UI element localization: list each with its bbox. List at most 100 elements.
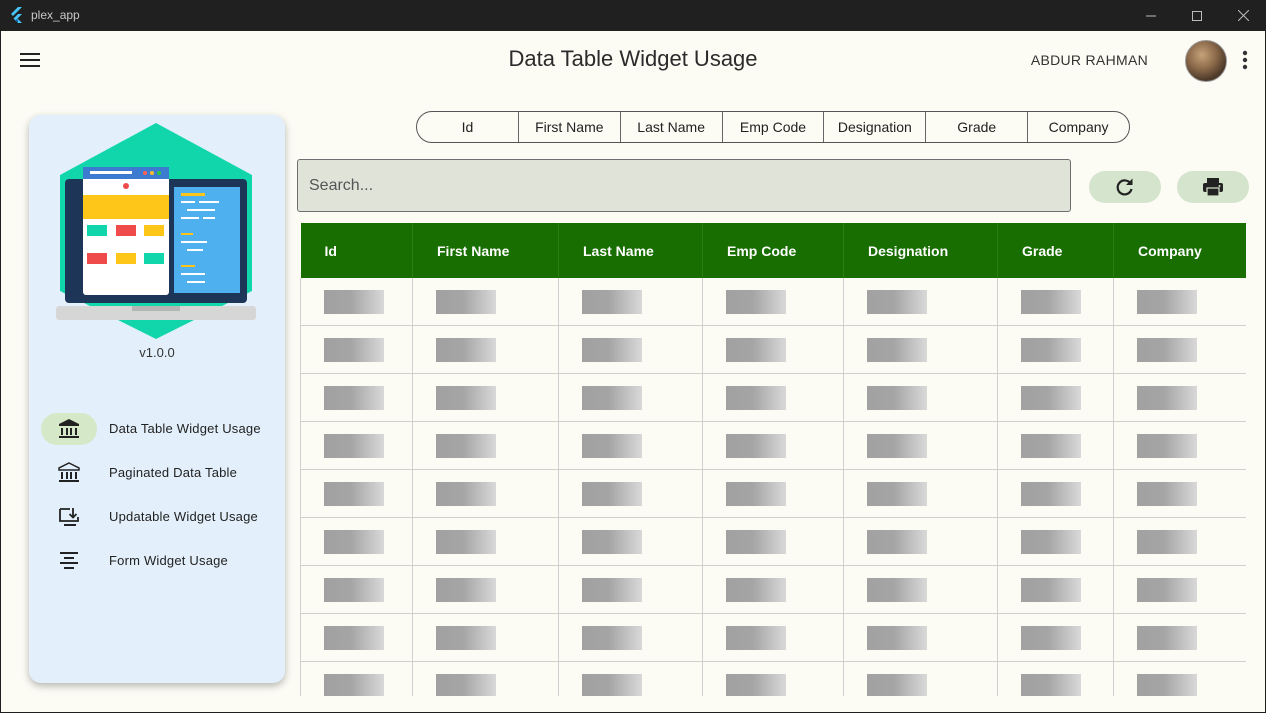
column-chip-grade[interactable]: Grade	[925, 112, 1027, 142]
table-cell	[843, 613, 998, 662]
loading-skeleton	[582, 577, 642, 602]
minimize-icon	[1146, 15, 1156, 16]
table-cell	[300, 517, 413, 566]
table-cell	[702, 421, 844, 470]
loading-skeleton	[582, 673, 642, 696]
column-header-id[interactable]: Id	[300, 223, 413, 278]
column-chip-first-name[interactable]: First Name	[517, 112, 620, 142]
table-row[interactable]	[300, 469, 1246, 518]
table-cell	[702, 661, 844, 696]
table-cell	[558, 517, 703, 566]
column-chip-id[interactable]: Id	[417, 112, 518, 142]
table-row[interactable]	[300, 517, 1246, 566]
loading-skeleton	[726, 481, 786, 506]
table-row[interactable]	[300, 661, 1246, 696]
table-cell	[1113, 469, 1246, 518]
table-cell	[997, 469, 1114, 518]
column-chip-designation[interactable]: Designation	[823, 112, 925, 142]
print-icon	[1203, 178, 1223, 197]
loading-skeleton	[1021, 289, 1081, 314]
table-cell	[997, 613, 1114, 662]
table-row[interactable]	[300, 373, 1246, 422]
loading-skeleton	[1137, 481, 1197, 506]
loading-skeleton	[324, 337, 384, 362]
column-header-last-name[interactable]: Last Name	[558, 223, 703, 278]
table-cell	[1113, 373, 1246, 422]
table-cell	[1113, 613, 1246, 662]
loading-skeleton	[1021, 625, 1081, 650]
bank-icon	[58, 462, 80, 482]
sidebar-item-form-widget[interactable]: Form Widget Usage	[41, 545, 277, 577]
loading-skeleton	[582, 385, 642, 410]
loading-skeleton	[867, 289, 927, 314]
column-header-emp-code[interactable]: Emp Code	[702, 223, 844, 278]
table-cell	[1113, 565, 1246, 614]
user-name: ABDUR RAHMAN	[1030, 52, 1148, 68]
loading-skeleton	[582, 289, 642, 314]
sidebar-item-paginated-table[interactable]: Paginated Data Table	[41, 457, 277, 489]
table-cell	[558, 469, 703, 518]
maximize-button[interactable]	[1174, 0, 1220, 31]
column-header-company[interactable]: Company	[1113, 223, 1246, 278]
table-cell	[558, 325, 703, 374]
table-row[interactable]	[300, 613, 1246, 662]
table-cell	[843, 469, 998, 518]
table-row[interactable]	[300, 421, 1246, 470]
column-header-grade[interactable]: Grade	[997, 223, 1114, 278]
loading-skeleton	[726, 577, 786, 602]
table-cell	[997, 517, 1114, 566]
refresh-button[interactable]	[1089, 171, 1161, 203]
table-cell	[1113, 517, 1246, 566]
table-row[interactable]	[300, 325, 1246, 374]
loading-skeleton	[436, 625, 496, 650]
print-button[interactable]	[1177, 171, 1249, 203]
minimize-button[interactable]	[1128, 0, 1174, 31]
column-header-first-name[interactable]: First Name	[412, 223, 559, 278]
data-table: Id First Name Last Name Emp Code Designa…	[300, 223, 1246, 696]
table-cell	[843, 421, 998, 470]
table-cell	[1113, 421, 1246, 470]
window-titlebar: plex_app	[0, 0, 1266, 31]
table-cell	[300, 565, 413, 614]
close-button[interactable]	[1220, 0, 1266, 31]
sidebar-item-label: Updatable Widget Usage	[109, 509, 258, 524]
table-cell	[1113, 661, 1246, 696]
column-header-designation[interactable]: Designation	[843, 223, 998, 278]
search-input[interactable]	[297, 159, 1071, 212]
loading-skeleton	[867, 577, 927, 602]
avatar[interactable]	[1185, 40, 1227, 82]
table-cell	[843, 565, 998, 614]
more-vert-icon[interactable]	[1235, 49, 1255, 71]
loading-skeleton	[726, 337, 786, 362]
column-chip-emp-code[interactable]: Emp Code	[721, 112, 824, 142]
table-row[interactable]	[300, 565, 1246, 614]
sidebar-item-label: Form Widget Usage	[109, 553, 228, 568]
loading-skeleton	[867, 625, 927, 650]
table-cell	[702, 469, 844, 518]
sidebar-item-data-table[interactable]: Data Table Widget Usage	[41, 413, 277, 445]
sidebar-item-updatable-widget[interactable]: Updatable Widget Usage	[41, 501, 277, 533]
loading-skeleton	[324, 625, 384, 650]
table-cell	[558, 421, 703, 470]
loading-skeleton	[436, 673, 496, 696]
table-cell	[412, 278, 559, 326]
table-cell	[300, 613, 413, 662]
column-chip-company[interactable]: Company	[1027, 112, 1129, 142]
column-chip-last-name[interactable]: Last Name	[619, 112, 722, 142]
table-cell	[843, 517, 998, 566]
loading-skeleton	[324, 433, 384, 458]
loading-skeleton	[324, 673, 384, 696]
loading-skeleton	[1021, 385, 1081, 410]
app-body: Data Table Widget Usage ABDUR RAHMAN v1.…	[1, 31, 1265, 712]
close-icon	[1237, 10, 1249, 21]
loading-skeleton	[1021, 337, 1081, 362]
loading-skeleton	[324, 529, 384, 554]
table-cell	[558, 373, 703, 422]
table-row[interactable]	[300, 278, 1246, 326]
table-cell	[1113, 278, 1246, 326]
table-cell	[702, 373, 844, 422]
loading-skeleton	[582, 433, 642, 458]
loading-skeleton	[867, 529, 927, 554]
column-toggle-bar: Id First Name Last Name Emp Code Designa…	[416, 111, 1130, 143]
loading-skeleton	[1137, 337, 1197, 362]
